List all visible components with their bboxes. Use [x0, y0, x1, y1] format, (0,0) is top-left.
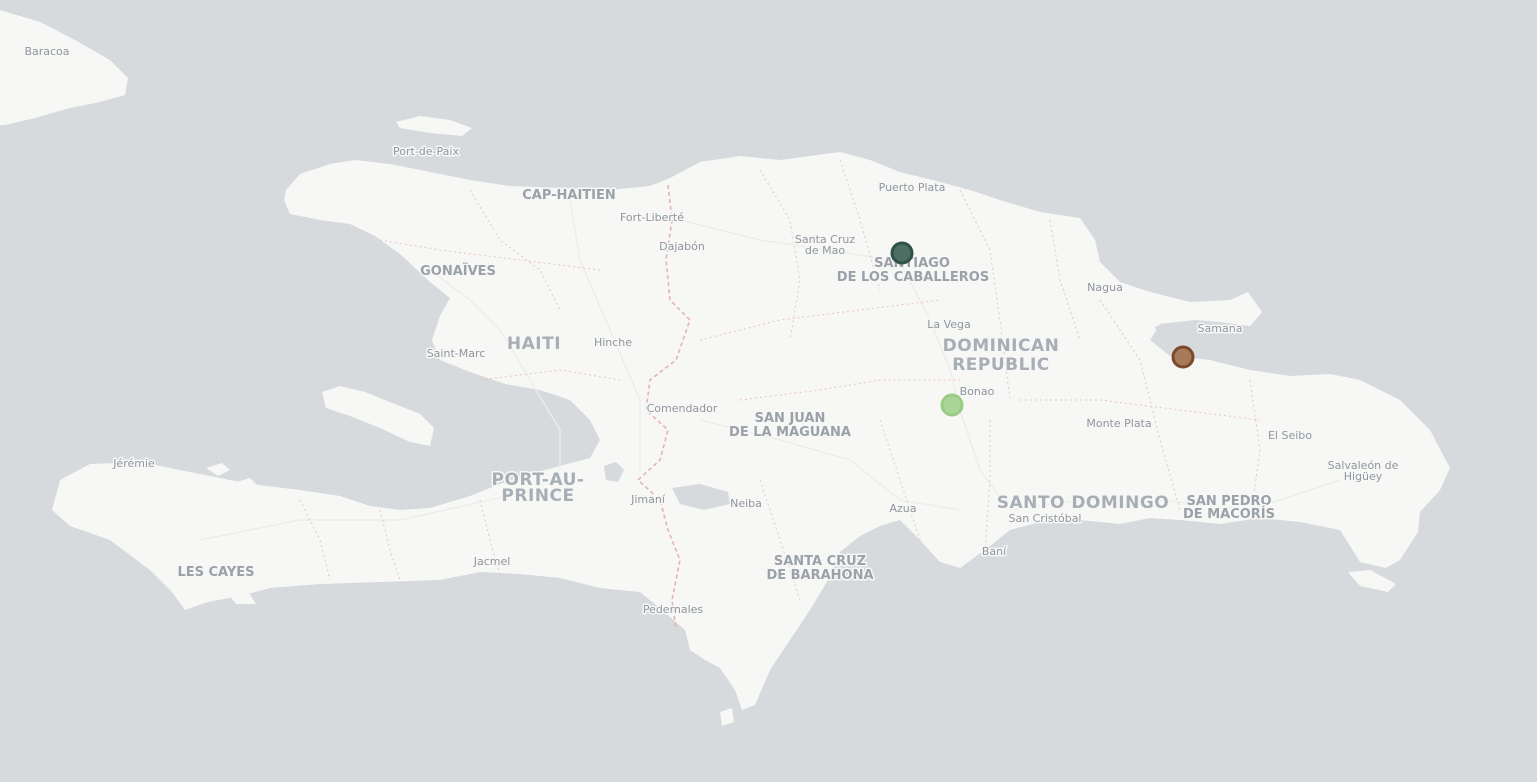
city-label: DE BARAHONA: [766, 568, 873, 583]
city-label: Dajabón: [659, 240, 705, 253]
city-label: SANTO DOMINGO: [997, 493, 1170, 513]
city-label: DE MACORÍS: [1183, 506, 1275, 522]
city-label: Bonao: [960, 385, 995, 398]
city-label: Higüey: [1344, 470, 1383, 483]
city-label: Monte Plata: [1086, 417, 1151, 430]
city-label: PRINCE: [501, 486, 574, 506]
city-label: LES CAYES: [177, 565, 254, 580]
city-label: Nagua: [1087, 281, 1123, 294]
country-label: HAITI: [507, 334, 561, 354]
city-label: Puerto Plata: [879, 181, 946, 194]
city-label: GONAÏVES: [420, 263, 496, 279]
city-label: SAN JUAN: [755, 411, 826, 426]
city-label: DE LOS CABALLEROS: [837, 270, 989, 285]
city-label: SANTA CRUZ: [774, 554, 866, 569]
city-label: Jacmel: [473, 555, 511, 568]
city-label: Neiba: [730, 497, 762, 510]
city-label: Baracoa: [24, 45, 69, 58]
city-label: Samana: [1198, 322, 1243, 335]
city-label: Comendador: [647, 402, 718, 415]
location-marker[interactable]: [940, 393, 964, 417]
city-label: de Mao: [805, 244, 845, 257]
city-label: Pedernales: [643, 603, 704, 616]
location-marker[interactable]: [890, 241, 914, 265]
country-label: REPUBLIC: [952, 355, 1050, 375]
city-label: El Seibo: [1268, 429, 1312, 442]
map-canvas[interactable]: HAITI DOMINICANREPUBLIC Baracoa Port-de-Pai…: [0, 0, 1537, 782]
city-label: La Vega: [927, 318, 971, 331]
country-label: DOMINICAN: [943, 336, 1060, 356]
location-marker[interactable]: [1171, 345, 1195, 369]
city-label: CAP-HAITIEN: [522, 188, 616, 203]
city-label: Fort-Liberté: [620, 211, 684, 224]
city-label: Jimaní: [630, 493, 666, 506]
city-label: Port-de-Paix: [393, 145, 459, 158]
city-label: Hinche: [594, 336, 632, 349]
city-label: Jérémie: [112, 457, 155, 470]
city-label: Saint-Marc: [427, 347, 486, 360]
city-label: Baní: [982, 545, 1007, 558]
city-label: San Cristóbal: [1008, 512, 1081, 525]
city-label: DE LA MAGUANA: [729, 425, 851, 440]
city-label: Azua: [889, 502, 916, 515]
